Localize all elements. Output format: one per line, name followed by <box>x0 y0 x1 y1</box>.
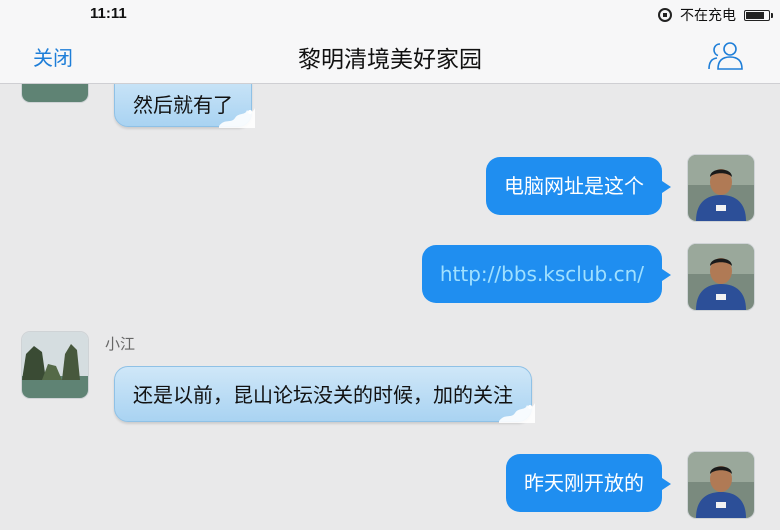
status-bar: 11:11 不在充电 <box>0 0 780 28</box>
charging-status: 不在充电 <box>680 8 736 24</box>
my-avatar[interactable] <box>688 452 754 518</box>
message-bubble-incoming[interactable]: 还是以前，昆山论坛没关的时候，加的关注 <box>114 366 535 423</box>
sender-avatar[interactable] <box>22 332 88 398</box>
boy-portrait-photo <box>688 244 754 310</box>
rotation-lock-icon <box>658 8 672 22</box>
wave-decoration-icon <box>499 403 535 423</box>
page-title: 黎明清境美好家园 <box>298 47 482 73</box>
message-bubble-incoming[interactable]: 然后就有了 <box>114 84 255 128</box>
karst-landscape-photo <box>22 84 88 102</box>
message-text: 电脑网址是这个 <box>504 174 644 198</box>
message-bubble-outgoing[interactable]: 昨天刚开放的 <box>506 454 671 512</box>
boy-portrait-photo <box>688 155 754 221</box>
my-avatar[interactable] <box>688 155 754 221</box>
message-bubble-outgoing[interactable]: 电脑网址是这个 <box>486 157 671 215</box>
status-indicators: 不在充电 <box>658 5 773 25</box>
status-time: 11:11 <box>90 5 127 22</box>
boy-portrait-photo <box>688 452 754 518</box>
karst-landscape-photo <box>22 332 88 398</box>
chat-area[interactable]: 然后就有了 电脑网址是这个 http://bbs.ksclub.cn/ 小江 还… <box>0 84 780 530</box>
my-avatar[interactable] <box>688 244 754 310</box>
group-members-icon <box>708 42 743 70</box>
wave-decoration-icon <box>219 108 255 128</box>
sender-avatar[interactable] <box>22 84 88 102</box>
nav-bar: 关闭 黎明清境美好家园 <box>0 28 780 84</box>
message-text: 昨天刚开放的 <box>524 471 644 495</box>
group-members-button[interactable] <box>706 40 746 72</box>
message-link[interactable]: http://bbs.ksclub.cn/ <box>440 262 644 286</box>
sender-name: 小江 <box>105 335 136 353</box>
message-text: 还是以前，昆山论坛没关的时候，加的关注 <box>133 383 513 407</box>
battery-icon <box>744 9 773 21</box>
message-bubble-outgoing[interactable]: http://bbs.ksclub.cn/ <box>421 245 671 303</box>
